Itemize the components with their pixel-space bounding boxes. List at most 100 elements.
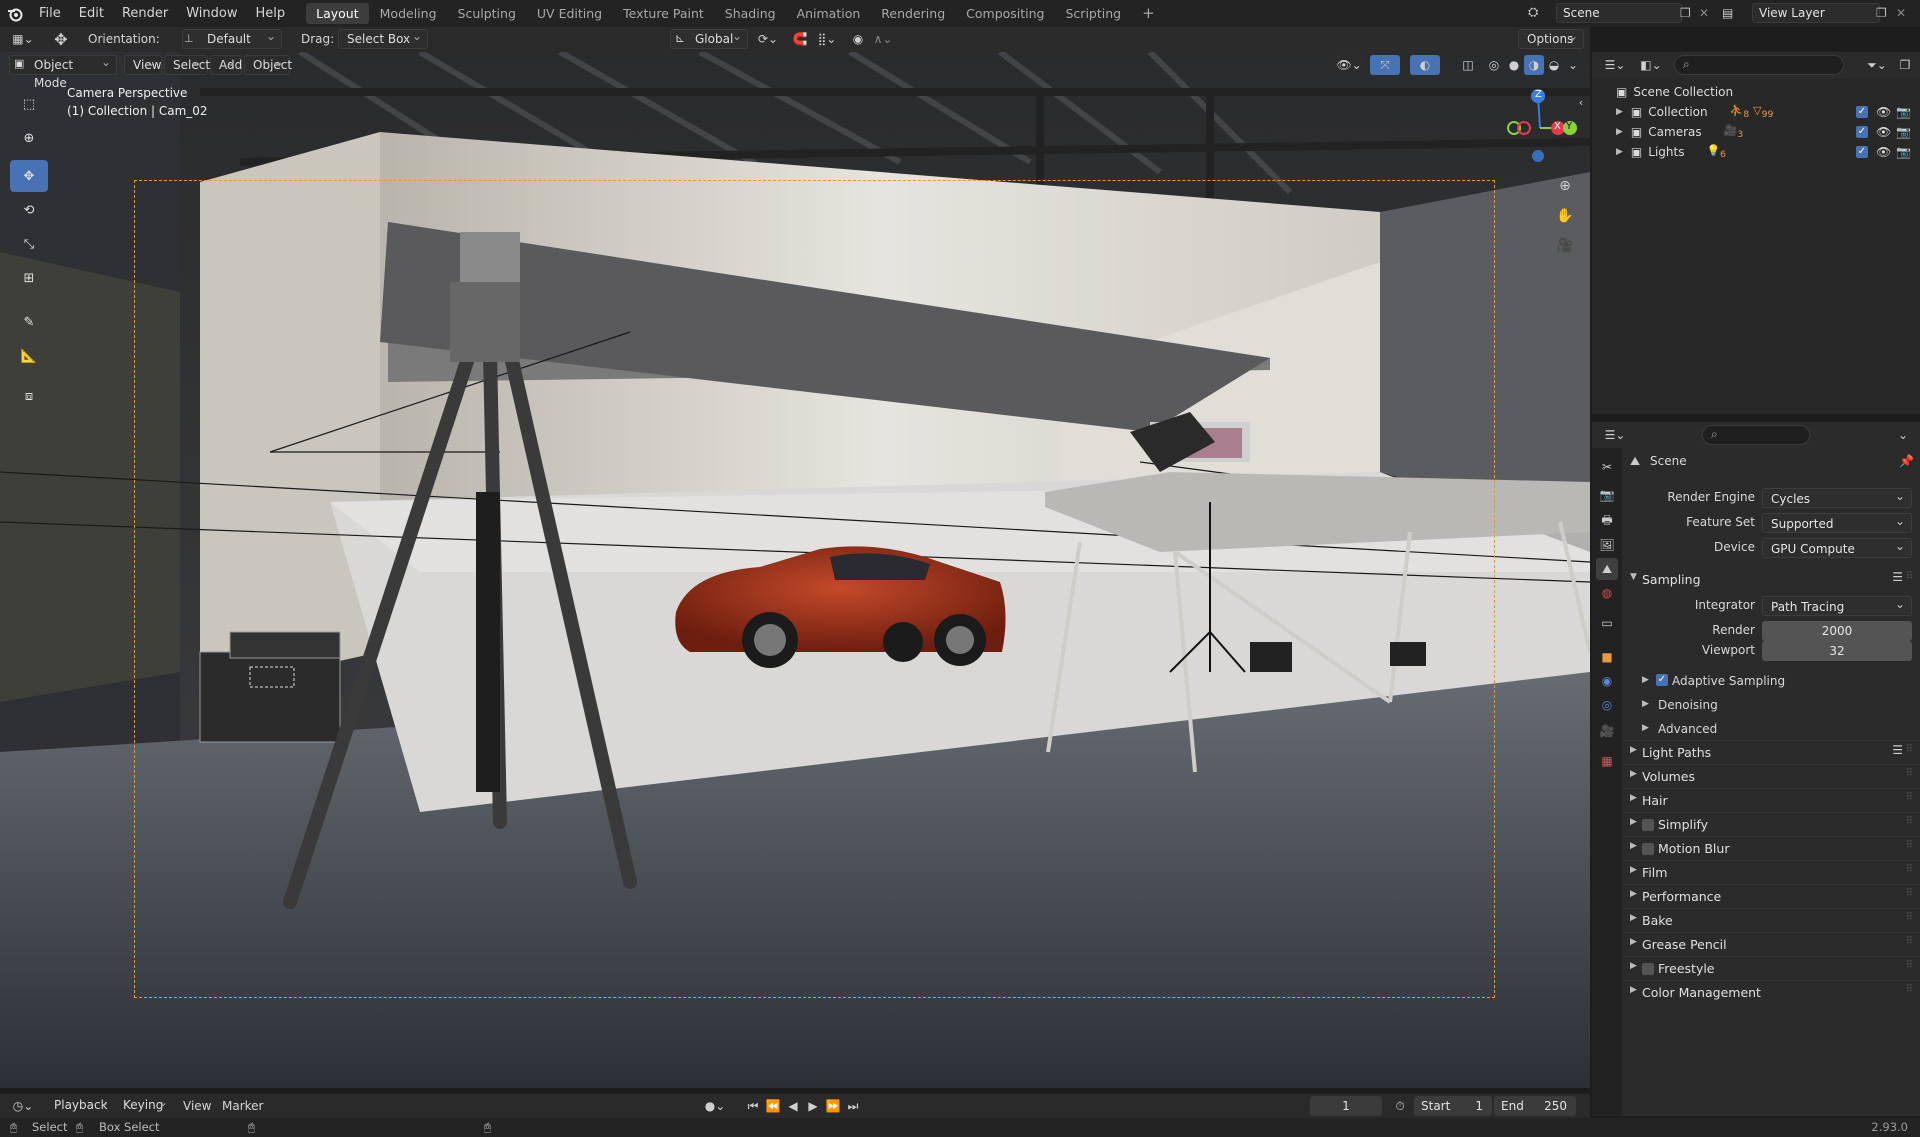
physics-tab-icon[interactable]: ◎ bbox=[1596, 694, 1618, 716]
panel-enable-checkbox[interactable] bbox=[1642, 819, 1654, 831]
drag-handle-icon[interactable]: ⠿ bbox=[1906, 816, 1913, 827]
play-icon[interactable]: ▶ bbox=[804, 1096, 822, 1116]
sampling-panel-header[interactable]: ▼ Sampling ☰ ⠿ bbox=[1622, 568, 1920, 591]
object-tab-icon[interactable]: ■ bbox=[1596, 646, 1618, 668]
auto-keying-icon[interactable]: ●⌄ bbox=[700, 1096, 730, 1116]
collection-eye-icon[interactable]: 👁 bbox=[1876, 105, 1891, 119]
drag-handle-icon[interactable]: ⠿ bbox=[1906, 571, 1913, 582]
preview-range-icon[interactable]: ⏱ bbox=[1390, 1096, 1410, 1116]
scene-tab-icon[interactable]: ⛰ bbox=[1596, 558, 1618, 580]
panel-color-management[interactable]: ▶ Color Management ⠿ bbox=[1622, 980, 1920, 1003]
new-scene-icon[interactable]: ❐ bbox=[1680, 3, 1700, 24]
move-tool-icon[interactable]: ✥ bbox=[48, 29, 74, 49]
options-dropdown[interactable]: Options bbox=[1518, 27, 1584, 49]
navigation-gizmo[interactable]: Z X Y bbox=[1500, 84, 1580, 164]
presets-list-icon[interactable]: ☰ bbox=[1892, 743, 1903, 757]
expand-arrow-icon[interactable]: ▶ bbox=[1616, 107, 1623, 117]
view-layer-field[interactable]: View Layer bbox=[1752, 3, 1880, 23]
transform-tool-icon[interactable]: ⊞ bbox=[10, 262, 48, 294]
cameras-eye-icon[interactable]: 👁 bbox=[1876, 125, 1891, 139]
properties-editor-type-icon[interactable]: ☰⌄ bbox=[1600, 425, 1630, 445]
outliner-search-input[interactable]: ⌕ bbox=[1674, 55, 1844, 75]
menu-file[interactable]: File bbox=[30, 0, 70, 27]
cameras-checkbox[interactable]: ✓ bbox=[1856, 126, 1868, 138]
expand-arrow-icon[interactable]: ▶ bbox=[1616, 127, 1623, 137]
current-frame-field[interactable]: 1 bbox=[1310, 1096, 1382, 1116]
rendered-shading-icon[interactable]: ◒ bbox=[1544, 55, 1564, 75]
data-tab-icon[interactable]: 🎥 bbox=[1596, 720, 1618, 742]
proportional-edit-icon[interactable]: ◉ bbox=[848, 29, 868, 49]
timeline-editor-type-icon[interactable]: ◷⌄ bbox=[8, 1096, 38, 1116]
collection-camera-icon[interactable]: 📷 bbox=[1896, 105, 1911, 119]
drag-handle-icon[interactable]: ⠿ bbox=[1906, 912, 1913, 923]
jump-start-icon[interactable]: ⏮ bbox=[744, 1096, 762, 1116]
menu-render[interactable]: Render bbox=[113, 0, 177, 27]
device-dropdown[interactable]: GPU Compute bbox=[1762, 536, 1912, 558]
panel-motion-blur[interactable]: ▶ Motion Blur ⠿ bbox=[1622, 836, 1920, 859]
sidebar-toggle-icon[interactable]: ‹ bbox=[1574, 92, 1588, 112]
view-layer-tab-icon[interactable]: 🖼 bbox=[1596, 534, 1618, 556]
lights-eye-icon[interactable]: 👁 bbox=[1876, 145, 1891, 159]
scene-name-field[interactable]: Scene bbox=[1556, 3, 1682, 23]
view-layer-browse-icon[interactable]: ▤ bbox=[1722, 3, 1752, 24]
presets-list-icon[interactable]: ☰ bbox=[1892, 570, 1903, 584]
pivot-point-icon[interactable]: ⟳⌄ bbox=[754, 29, 782, 49]
drag-handle-icon[interactable]: ⠿ bbox=[1906, 792, 1913, 803]
tab-shading[interactable]: Shading bbox=[715, 3, 786, 24]
tab-scripting[interactable]: Scripting bbox=[1056, 3, 1132, 24]
tab-rendering[interactable]: Rendering bbox=[871, 3, 955, 24]
gizmo-toggle-icon[interactable]: ⤧ bbox=[1370, 55, 1400, 75]
snap-toggle-icon[interactable]: 🧲 bbox=[790, 29, 810, 49]
rotate-tool-icon[interactable]: ⟲ bbox=[10, 194, 48, 226]
integrator-dropdown[interactable]: Path Tracing bbox=[1762, 594, 1912, 616]
outliner-item-cameras[interactable]: ▶ ▣ Cameras 🎥3 ✓ 👁 📷 bbox=[1592, 122, 1920, 142]
panel-freestyle[interactable]: ▶ Freestyle ⠿ bbox=[1622, 956, 1920, 979]
view-menu[interactable]: View bbox=[124, 53, 162, 75]
snap-target-icon[interactable]: ⣿⌄ bbox=[810, 29, 844, 49]
panel-performance[interactable]: ▶ Performance ⠿ bbox=[1622, 884, 1920, 907]
lights-camera-icon[interactable]: 📷 bbox=[1896, 145, 1911, 159]
menu-window[interactable]: Window bbox=[177, 0, 246, 27]
cameras-camera-icon[interactable]: 📷 bbox=[1896, 125, 1911, 139]
jump-end-icon[interactable]: ⏭ bbox=[844, 1096, 862, 1116]
select-menu[interactable]: Select bbox=[164, 53, 210, 75]
expand-arrow-icon[interactable]: ▶ bbox=[1616, 147, 1623, 157]
drag-handle-icon[interactable]: ⠿ bbox=[1906, 936, 1913, 947]
pan-hand-icon[interactable]: ✋ bbox=[1554, 206, 1576, 226]
orientation-dropdown[interactable]: Default bbox=[182, 27, 282, 49]
material-shading-icon[interactable]: ◑ bbox=[1524, 55, 1544, 75]
overlay-toggle-icon[interactable]: ◐ bbox=[1410, 55, 1440, 75]
tab-sculpting[interactable]: Sculpting bbox=[448, 3, 526, 24]
timeline-view-menu[interactable]: View bbox=[183, 1099, 211, 1113]
panel-bake[interactable]: ▶ Bake ⠿ bbox=[1622, 908, 1920, 931]
collection-checkbox[interactable]: ✓ bbox=[1856, 106, 1868, 118]
drag-handle-icon[interactable]: ⠿ bbox=[1906, 864, 1913, 875]
panel-enable-checkbox[interactable] bbox=[1642, 963, 1654, 975]
blender-logo-icon[interactable] bbox=[0, 0, 30, 27]
move-tool-button-icon[interactable]: ✥ bbox=[10, 160, 48, 192]
add-menu[interactable]: Add bbox=[210, 53, 242, 75]
panel-film[interactable]: ▶ Film ⠿ bbox=[1622, 860, 1920, 883]
shading-options-icon[interactable]: ⌄ bbox=[1564, 55, 1582, 75]
render-engine-dropdown[interactable]: Cycles bbox=[1762, 486, 1912, 508]
xray-toggle-icon[interactable]: ◫ bbox=[1458, 55, 1478, 75]
advanced-subpanel[interactable]: ▶ Advanced bbox=[1622, 718, 1920, 742]
measure-tool-icon[interactable]: 📐 bbox=[10, 340, 48, 372]
display-mode-icon[interactable]: ◧⌄ bbox=[1636, 55, 1666, 75]
editor-type-icon[interactable]: ▦⌄ bbox=[8, 29, 38, 49]
outliner-item-lights[interactable]: ▶ ▣ Lights 💡6 ✓ 👁 📷 bbox=[1592, 142, 1920, 162]
output-tab-icon[interactable]: 🖶 bbox=[1596, 510, 1618, 532]
tab-modeling[interactable]: Modeling bbox=[370, 3, 447, 24]
select-box-tool-icon[interactable]: ⬚ bbox=[10, 88, 48, 120]
menu-help[interactable]: Help bbox=[247, 0, 295, 27]
new-collection-icon[interactable]: ❐ bbox=[1894, 55, 1916, 75]
tool-tab-icon[interactable]: ✂ bbox=[1596, 456, 1618, 478]
modifier-tab-icon[interactable]: ◉ bbox=[1596, 670, 1618, 692]
delete-scene-icon[interactable]: ✕ bbox=[1699, 3, 1715, 24]
object-menu[interactable]: Object bbox=[244, 53, 292, 75]
3d-viewport[interactable]: Object Mode ▣ View Select Add Object 👁⌄ … bbox=[0, 52, 1590, 1088]
marker-menu[interactable]: Marker bbox=[222, 1099, 263, 1113]
outliner-root[interactable]: ▣ Scene Collection bbox=[1592, 82, 1920, 102]
outliner-item-collection[interactable]: ▶ ▣ Collection ⛹8 ▽99 ✓ 👁 📷 bbox=[1592, 102, 1920, 122]
panel-light-paths[interactable]: ▶ Light Paths ☰ ⠿ bbox=[1622, 740, 1920, 763]
